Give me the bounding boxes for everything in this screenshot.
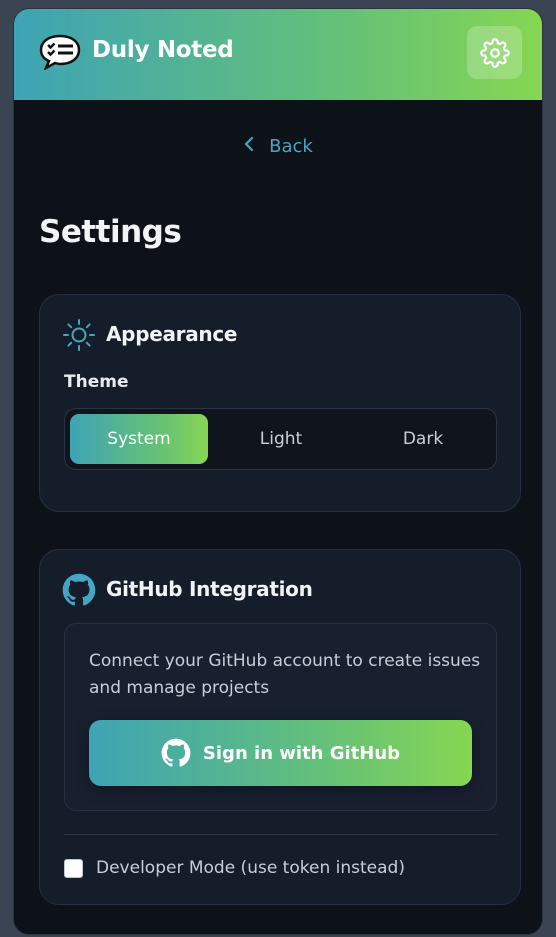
back-label: Back <box>269 136 313 157</box>
appearance-title: Appearance <box>106 322 238 346</box>
back-link[interactable]: Back <box>14 136 542 157</box>
app-window: Duly Noted Back Settings Appearance Them… <box>13 8 543 935</box>
github-icon <box>62 573 96 606</box>
speech-bubble-checklist-icon <box>39 34 81 70</box>
theme-option-system[interactable]: System <box>70 414 208 464</box>
appearance-card: Appearance Theme System Light Dark <box>39 294 521 512</box>
theme-label: Theme <box>64 372 129 392</box>
github-connect-panel: Connect your GitHub account to create is… <box>64 623 497 811</box>
gear-icon <box>479 37 510 68</box>
developer-mode-row[interactable]: Developer Mode (use token instead) <box>64 857 405 879</box>
divider <box>64 834 497 835</box>
github-sign-in-button[interactable]: Sign in with GitHub <box>89 720 472 786</box>
theme-option-light[interactable]: Light <box>212 414 350 464</box>
app-header: Duly Noted <box>14 9 542 100</box>
chevron-left-icon <box>243 136 255 157</box>
github-icon <box>161 738 191 767</box>
sun-icon <box>63 319 95 351</box>
theme-option-dark[interactable]: Dark <box>354 414 492 464</box>
github-sign-in-label: Sign in with GitHub <box>202 742 401 764</box>
developer-mode-label[interactable]: Developer Mode (use token instead) <box>96 858 405 878</box>
github-title: GitHub Integration <box>106 577 313 601</box>
settings-button[interactable] <box>467 26 522 79</box>
theme-selector: System Light Dark <box>64 408 497 470</box>
app-title: Duly Noted <box>92 37 234 63</box>
page-title: Settings <box>39 214 182 250</box>
github-description: Connect your GitHub account to create is… <box>89 651 481 698</box>
github-card: GitHub Integration Connect your GitHub a… <box>39 549 521 905</box>
developer-mode-checkbox[interactable] <box>64 858 83 878</box>
